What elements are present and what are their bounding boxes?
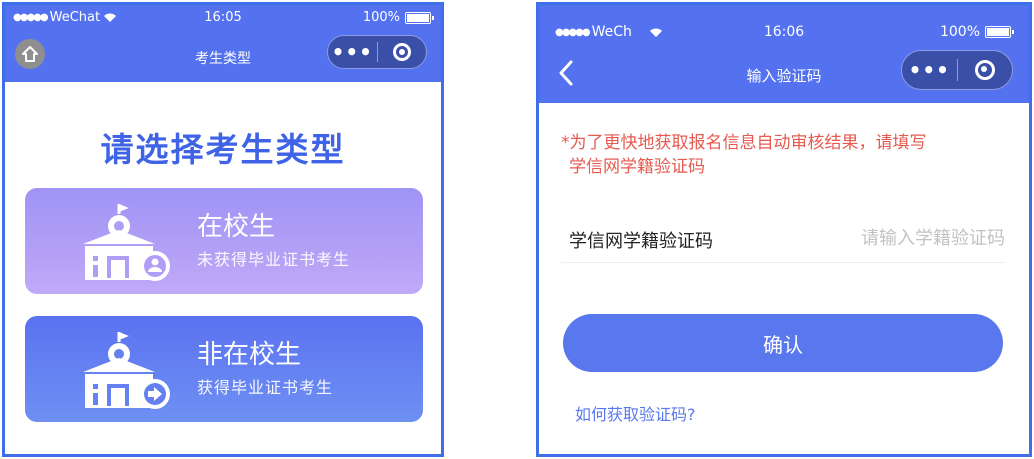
top-bar: ●●●●● WeCh 16:06 100% 输入验证码 ••• <box>539 5 1029 103</box>
battery-percent: 100% <box>362 10 400 25</box>
notice-text: *为了更快地获取报名信息自动审核结果，请填写 学信网学籍验证码 <box>561 131 1011 179</box>
card-subtitle: 获得毕业证书考生 <box>197 378 334 397</box>
status-bar: ●●●●● WeCh 16:06 100% <box>539 19 1029 45</box>
battery-icon <box>405 11 434 24</box>
top-bar: ●●●●● WeChat 16:05 100% 考生类型 ••• <box>5 5 441 82</box>
verification-code-input[interactable] <box>815 223 1005 253</box>
card-title: 非在校生 <box>197 340 302 370</box>
school-building-icon <box>83 204 170 281</box>
school-building-icon <box>83 332 170 409</box>
capsule-menu: ••• <box>901 50 1013 90</box>
more-dots-icon[interactable]: ••• <box>328 42 377 62</box>
card-in-school[interactable]: 在校生 未获得毕业证书考生 <box>25 188 423 294</box>
status-bar: ●●●●● WeChat 16:05 100% <box>5 5 441 31</box>
confirm-button[interactable]: 确认 <box>563 314 1003 372</box>
battery-icon <box>985 26 1014 38</box>
how-to-get-code-link[interactable]: 如何获取验证码? <box>575 401 696 425</box>
verification-code-label: 学信网学籍验证码 <box>569 231 713 252</box>
card-subtitle: 未获得毕业证书考生 <box>197 250 351 269</box>
notice-line-2: 学信网学籍验证码 <box>569 157 705 177</box>
left-phone-screen: ●●●●● WeChat 16:05 100% 考生类型 ••• 请选择考生类型 <box>2 2 444 457</box>
close-mini-program-button[interactable] <box>958 60 1013 80</box>
notice-line-1: *为了更快地获取报名信息自动审核结果，请填写 <box>561 133 927 153</box>
card-text: 在校生 未获得毕业证书考生 <box>197 210 350 272</box>
close-mini-program-button[interactable] <box>378 43 427 61</box>
more-dots-icon[interactable]: ••• <box>902 60 957 80</box>
verification-code-row: 学信网学籍验证码 <box>561 213 1005 263</box>
status-right: 100% <box>939 24 1014 40</box>
status-right: 100% <box>362 10 434 25</box>
battery-percent: 100% <box>939 24 980 40</box>
card-not-in-school[interactable]: 非在校生 获得毕业证书考生 <box>25 316 423 422</box>
capsule-menu: ••• <box>327 35 427 69</box>
card-title: 在校生 <box>197 212 276 242</box>
page-heading: 请选择考生类型 <box>100 130 346 169</box>
close-target-icon <box>974 60 995 80</box>
card-text: 非在校生 获得毕业证书考生 <box>197 338 333 400</box>
right-phone-screen: ●●●●● WeCh 16:06 100% 输入验证码 ••• *为了更快地获取… <box>536 2 1032 457</box>
close-target-icon <box>392 43 411 61</box>
person-badge-icon <box>151 258 159 266</box>
